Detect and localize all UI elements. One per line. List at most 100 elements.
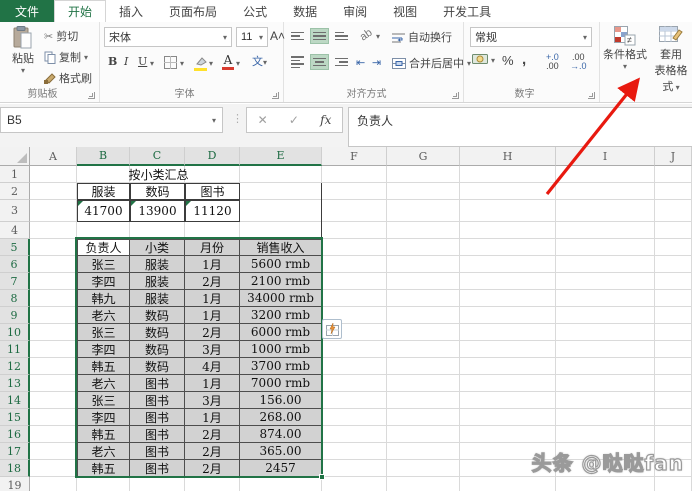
italic-button[interactable]: I [124,55,128,68]
cell-J15[interactable] [655,409,692,426]
cell-I16[interactable] [556,426,655,443]
cell-A10[interactable] [30,324,77,341]
cell-I14[interactable] [556,392,655,409]
cell-H5[interactable] [460,239,556,256]
cell-F2[interactable] [322,183,387,200]
row-header-2[interactable]: 2 [0,183,30,200]
cell-I1[interactable] [556,166,655,183]
summary-header-数码[interactable]: 数码 [130,183,185,200]
cell-G2[interactable] [387,183,460,200]
cell-A16[interactable] [30,426,77,443]
cell-F13[interactable] [322,375,387,392]
table-cell-r7c2[interactable]: 2月 [185,273,240,290]
orientation-button[interactable]: ab [358,27,375,44]
table-cell-r16c2[interactable]: 2月 [185,426,240,443]
table-cell-r10c2[interactable]: 2月 [185,324,240,341]
cell-A2[interactable] [30,183,77,200]
cell-I8[interactable] [556,290,655,307]
row-header-8[interactable]: 8 [0,290,30,307]
cell-J12[interactable] [655,358,692,375]
align-bottom-button[interactable] [332,28,351,44]
row-header-4[interactable]: 4 [0,222,30,239]
table-cell-r17c0[interactable]: 老六 [77,443,130,460]
cell-G19[interactable] [387,477,460,491]
cell-I5[interactable] [556,239,655,256]
row-header-14[interactable]: 14 [0,392,30,409]
row-header-16[interactable]: 16 [0,426,30,443]
table-cell-r18c2[interactable]: 2月 [185,460,240,477]
comma-button[interactable]: , [522,51,526,68]
column-header-F[interactable]: F [322,147,387,166]
row-header-3[interactable]: 3 [0,200,30,222]
table-cell-r7c1[interactable]: 服装 [130,273,185,290]
tab-home[interactable]: 开始 [54,0,107,22]
cell-I7[interactable] [556,273,655,290]
summary-header-服装[interactable]: 服装 [77,183,130,200]
cell-B4[interactable] [77,222,130,239]
table-cell-r11c1[interactable]: 数码 [130,341,185,358]
tab-review[interactable]: 审阅 [330,0,380,22]
decrease-indent-button[interactable]: ⇤ [356,56,365,69]
decrease-decimal-button[interactable]: .00 →.0 [570,53,587,71]
cell-I13[interactable] [556,375,655,392]
grow-font-button[interactable]: A˄ [270,29,285,43]
row-header-6[interactable]: 6 [0,256,30,273]
cell-J13[interactable] [655,375,692,392]
cell-G8[interactable] [387,290,460,307]
table-cell-r12c3[interactable]: 3700 rmb [240,358,322,375]
cell-J1[interactable] [655,166,692,183]
cell-I2[interactable] [556,183,655,200]
cell-A13[interactable] [30,375,77,392]
cell-H4[interactable] [460,222,556,239]
align-left-button[interactable] [288,54,307,70]
clipboard-dialog-launcher[interactable] [88,92,95,99]
font-dialog-launcher[interactable] [272,92,279,99]
cell-F18[interactable] [322,460,387,477]
table-cell-r13c1[interactable]: 图书 [130,375,185,392]
table-cell-r6c1[interactable]: 服装 [130,256,185,273]
copy-button[interactable]: 复制 ▾ [44,49,88,65]
cell-F8[interactable] [322,290,387,307]
cell-C4[interactable] [130,222,185,239]
table-cell-r12c1[interactable]: 数码 [130,358,185,375]
bold-button[interactable]: B [108,55,117,68]
row-header-10[interactable]: 10 [0,324,30,341]
cell-D19[interactable] [185,477,240,491]
tab-file[interactable]: 文件 [0,0,55,22]
row-header-7[interactable]: 7 [0,273,30,290]
borders-icon[interactable] [164,56,177,69]
table-cell-r9c0[interactable]: 老六 [77,307,130,324]
summary-header-图书[interactable]: 图书 [185,183,240,200]
cell-A5[interactable] [30,239,77,256]
table-cell-r13c3[interactable]: 7000 rmb [240,375,322,392]
cell-F4[interactable] [322,222,387,239]
cell-F15[interactable] [322,409,387,426]
cell-G7[interactable] [387,273,460,290]
table-cell-r14c3[interactable]: 156.00 [240,392,322,409]
table-cell-r18c3[interactable]: 2457 [240,460,322,477]
table-cell-r15c3[interactable]: 268.00 [240,409,322,426]
cell-E1[interactable] [240,166,322,183]
table-cell-r7c3[interactable]: 2100 rmb [240,273,322,290]
sheet-grid[interactable]: A B C D E F G H I J 1 2 3 4 5 6 7 8 9 10 11 12 13 14 15 16 17 18 19 按… [0,147,692,491]
cell-A1[interactable] [30,166,77,183]
table-cell-r17c3[interactable]: 365.00 [240,443,322,460]
cell-I15[interactable] [556,409,655,426]
cell-I11[interactable] [556,341,655,358]
cell-G5[interactable] [387,239,460,256]
borders-dropdown[interactable]: ▾ [180,59,184,68]
cell-J7[interactable] [655,273,692,290]
table-cell-r10c1[interactable]: 数码 [130,324,185,341]
table-cell-r6c2[interactable]: 1月 [185,256,240,273]
table-header-小类[interactable]: 小类 [130,239,185,256]
cell-H19[interactable] [460,477,556,491]
cell-A18[interactable] [30,460,77,477]
cell-G15[interactable] [387,409,460,426]
increase-decimal-button[interactable]: +.0.00 [546,53,559,71]
table-cell-r8c1[interactable]: 服装 [130,290,185,307]
cell-I19[interactable] [556,477,655,491]
row-header-9[interactable]: 9 [0,307,30,324]
column-header-C[interactable]: C [130,147,185,166]
font-color-button[interactable]: A [222,53,234,70]
name-box[interactable]: B5 ▾ [0,107,223,133]
